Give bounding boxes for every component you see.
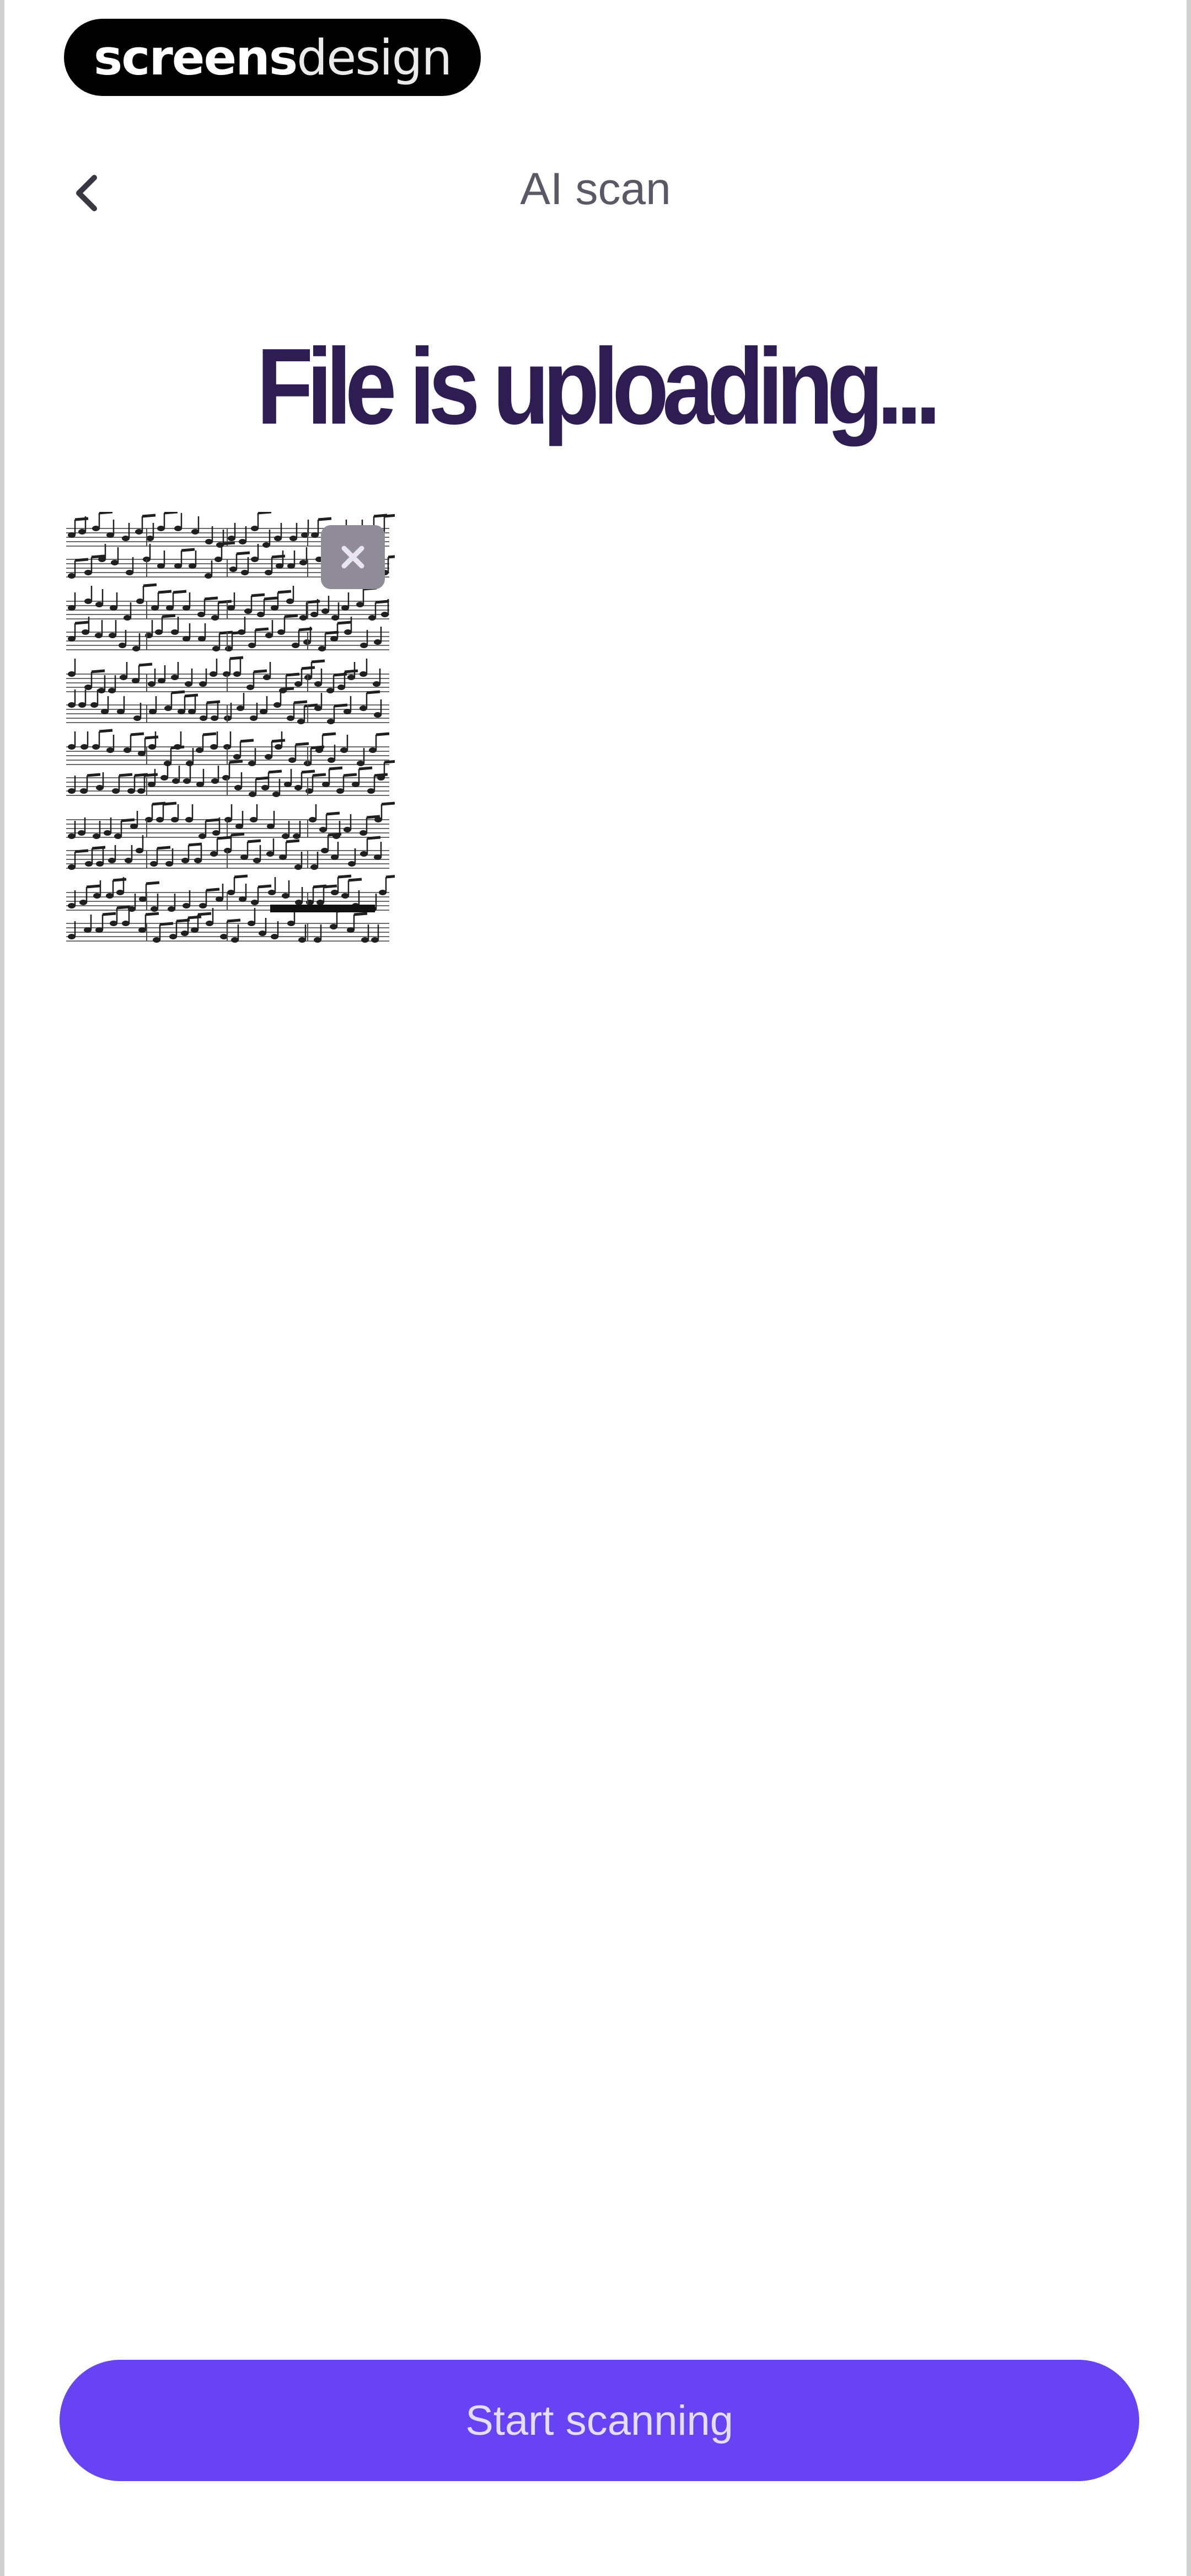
watermark-text-light: design xyxy=(297,29,452,86)
close-icon xyxy=(341,546,364,569)
start-scanning-button[interactable]: Start scanning xyxy=(60,2360,1139,2481)
watermark-logo: screens design xyxy=(64,19,481,96)
upload-heading: File is uploading... xyxy=(256,326,941,447)
screen: screens design AI scan File is uploading.… xyxy=(0,0,1191,2576)
remove-file-button[interactable] xyxy=(321,525,385,589)
page-title: AI scan xyxy=(520,164,671,214)
watermark-text-bold: screens xyxy=(93,29,298,86)
